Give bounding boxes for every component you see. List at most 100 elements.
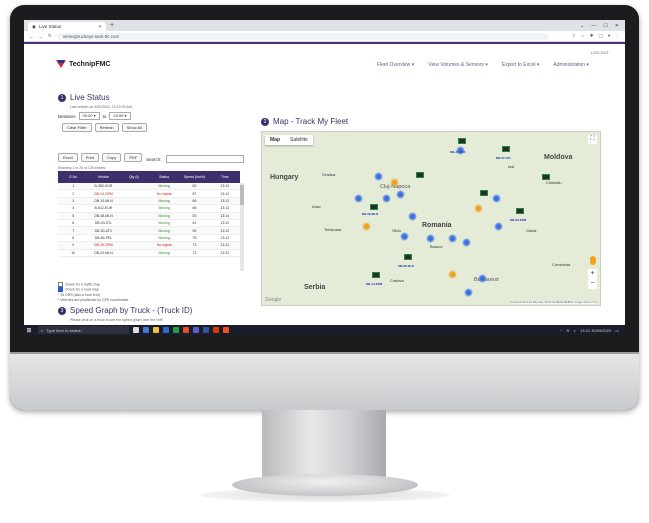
menu-icon[interactable]: ⋮ <box>616 33 621 39</box>
table-scrollbar[interactable] <box>240 183 244 271</box>
col-time[interactable]: Time <box>210 175 240 179</box>
vehicle-tag[interactable]: DB-08-MLN <box>362 212 378 216</box>
file-explorer-icon[interactable] <box>153 327 159 333</box>
table-row[interactable]: 7 DB-30-ATC Moving 55 13:12 <box>58 227 240 235</box>
vehicle-marker[interactable] <box>408 212 417 221</box>
clear-filter-button[interactable]: Clear Filter <box>62 123 92 132</box>
notifications-icon[interactable]: ▭ <box>615 328 619 333</box>
extensions-icon[interactable]: ✱ <box>590 33 594 39</box>
taskbar-search[interactable]: ⌕ Type here to search <box>38 326 129 334</box>
time-to-select[interactable]: 23:59 ▾ <box>109 112 131 120</box>
chrome-icon[interactable] <box>183 327 189 333</box>
vehicle-tag[interactable]: DB-31-ATC <box>450 150 466 154</box>
table-row[interactable]: 2 DB-14-SPM No signal 87 13:12 <box>58 190 240 198</box>
star-icon[interactable]: ☆ <box>581 33 585 39</box>
table-row[interactable]: 1 B-382-XUR Moving 80 13:12 <box>58 183 240 191</box>
truck-icon[interactable] <box>416 172 424 178</box>
col-qty[interactable]: Qty (t) <box>119 175 149 179</box>
table-row[interactable]: 4 B-512-EUR Moving 66 13:12 <box>58 205 240 213</box>
volume-icon[interactable]: ◖ <box>574 328 576 333</box>
vehicle-tag[interactable]: DB-14-SPM <box>366 282 382 286</box>
network-icon[interactable]: ≋ <box>566 328 569 333</box>
logout-link[interactable]: LOG OUT <box>591 50 609 55</box>
vehicle-marker-warning[interactable] <box>448 270 457 279</box>
chevron-down-icon[interactable]: ⌄ <box>580 23 584 29</box>
truck-icon[interactable] <box>480 190 488 196</box>
word-icon[interactable] <box>203 327 209 333</box>
print-button[interactable]: Print <box>80 153 100 162</box>
col-vehicle[interactable]: Vehicle <box>88 175 118 179</box>
minimize-icon[interactable]: — <box>591 23 596 29</box>
time-from-select[interactable]: 00:00 ▾ <box>78 112 100 120</box>
share-icon[interactable]: ⇪ <box>572 33 576 39</box>
fleet-map[interactable]: Map Satellite ⛶ + − Google Keyboard shor… <box>261 131 601 306</box>
teams-icon[interactable] <box>193 327 199 333</box>
reload-icon[interactable]: ↻ <box>48 33 52 39</box>
vehicle-marker[interactable] <box>494 222 503 231</box>
forward-icon[interactable]: → <box>39 34 44 39</box>
table-row[interactable]: 8 DB-84-PEL Moving 78 13:12 <box>58 235 240 243</box>
truck-icon[interactable] <box>502 146 510 152</box>
satellite-tab[interactable]: Satellite <box>285 135 313 145</box>
close-window-icon[interactable]: ✕ <box>615 23 619 29</box>
vehicle-marker-warning[interactable] <box>474 204 483 213</box>
back-icon[interactable]: ← <box>29 34 34 39</box>
vehicle-marker[interactable] <box>426 234 435 243</box>
powerpoint-icon[interactable] <box>213 327 219 333</box>
clock[interactable]: 13:21 30/09/2022 <box>580 328 611 333</box>
show-all-button[interactable]: Show All <box>121 123 147 132</box>
vehicle-marker[interactable] <box>396 190 405 199</box>
store-icon[interactable] <box>163 327 169 333</box>
map-tab[interactable]: Map <box>265 135 285 145</box>
map-attribution[interactable]: Keyboard shortcuts Map data ©2022 GeoBas… <box>510 301 598 304</box>
windows-start-icon[interactable]: ⊞ <box>24 325 34 335</box>
task-view-icon[interactable] <box>133 327 139 333</box>
vehicle-marker[interactable] <box>382 194 391 203</box>
nav-administration[interactable]: Administration ▾ <box>553 62 589 68</box>
refresh-button[interactable]: Refresh <box>94 123 119 132</box>
sidebar-icon[interactable]: ▢ <box>599 33 603 39</box>
excel-button[interactable]: Excel <box>58 153 78 162</box>
close-tab-icon[interactable]: ✕ <box>98 24 102 30</box>
table-row[interactable]: 10 DB-20-MLN Moving 72 13:12 <box>58 250 240 257</box>
browser-tab[interactable]: ◉ Live Status ✕ <box>28 22 106 31</box>
vehicle-marker[interactable] <box>478 274 487 283</box>
table-row[interactable]: 9 DB-19-SPM No signal 73 13:12 <box>58 242 240 250</box>
vehicle-marker[interactable] <box>354 194 363 203</box>
nav-volumes-sensors[interactable]: View Volumes & Sensors ▾ <box>428 62 488 68</box>
truck-icon[interactable] <box>458 138 466 144</box>
edge-icon[interactable] <box>143 327 149 333</box>
profile-icon[interactable]: ● <box>608 33 611 39</box>
truck-icon[interactable] <box>372 272 380 278</box>
vehicle-marker[interactable] <box>374 172 383 181</box>
vehicle-tag[interactable]: DB-50-SPM <box>510 218 526 222</box>
nav-fleet-overview[interactable]: Fleet Overview ▾ <box>377 62 414 68</box>
fullscreen-icon[interactable]: ⛶ <box>588 135 597 144</box>
col-sno[interactable]: S.No <box>58 175 88 179</box>
office-icon[interactable] <box>223 327 229 333</box>
vehicle-marker[interactable] <box>400 232 409 241</box>
table-row[interactable]: 3 DB-10-MLN Moving 66 13:12 <box>58 197 240 206</box>
pdf-button[interactable]: PDF <box>124 153 143 162</box>
vehicle-marker[interactable] <box>448 234 457 243</box>
vehicle-marker[interactable] <box>462 238 471 247</box>
table-row[interactable]: 6 DB-03-STL Moving 61 13:12 <box>58 220 240 228</box>
col-status[interactable]: Status <box>149 175 179 179</box>
truck-icon[interactable] <box>516 208 524 214</box>
nav-export-excel[interactable]: Export to Excel ▾ <box>502 62 540 68</box>
search-input[interactable] <box>165 155 244 163</box>
col-speed[interactable]: Speed (km/h) <box>179 175 209 179</box>
vehicle-marker-warning[interactable] <box>390 178 399 187</box>
vehicle-marker[interactable] <box>464 288 473 297</box>
zoom-out-icon[interactable]: − <box>588 279 597 289</box>
vehicle-tag[interactable]: SM-38-DLK <box>398 264 414 268</box>
brand-logo[interactable]: TechnipFMC <box>56 60 110 68</box>
vehicle-marker-warning[interactable] <box>362 222 371 231</box>
zoom-in-icon[interactable]: + <box>588 269 597 279</box>
chevron-up-icon[interactable]: ^ <box>560 328 562 333</box>
scrollbar-thumb[interactable] <box>240 185 244 205</box>
new-tab-icon[interactable]: + <box>110 22 114 29</box>
street-view-pegman-icon[interactable] <box>590 256 596 265</box>
vehicle-tag[interactable]: DB-57-STL <box>496 156 511 160</box>
truck-icon[interactable] <box>404 254 412 260</box>
